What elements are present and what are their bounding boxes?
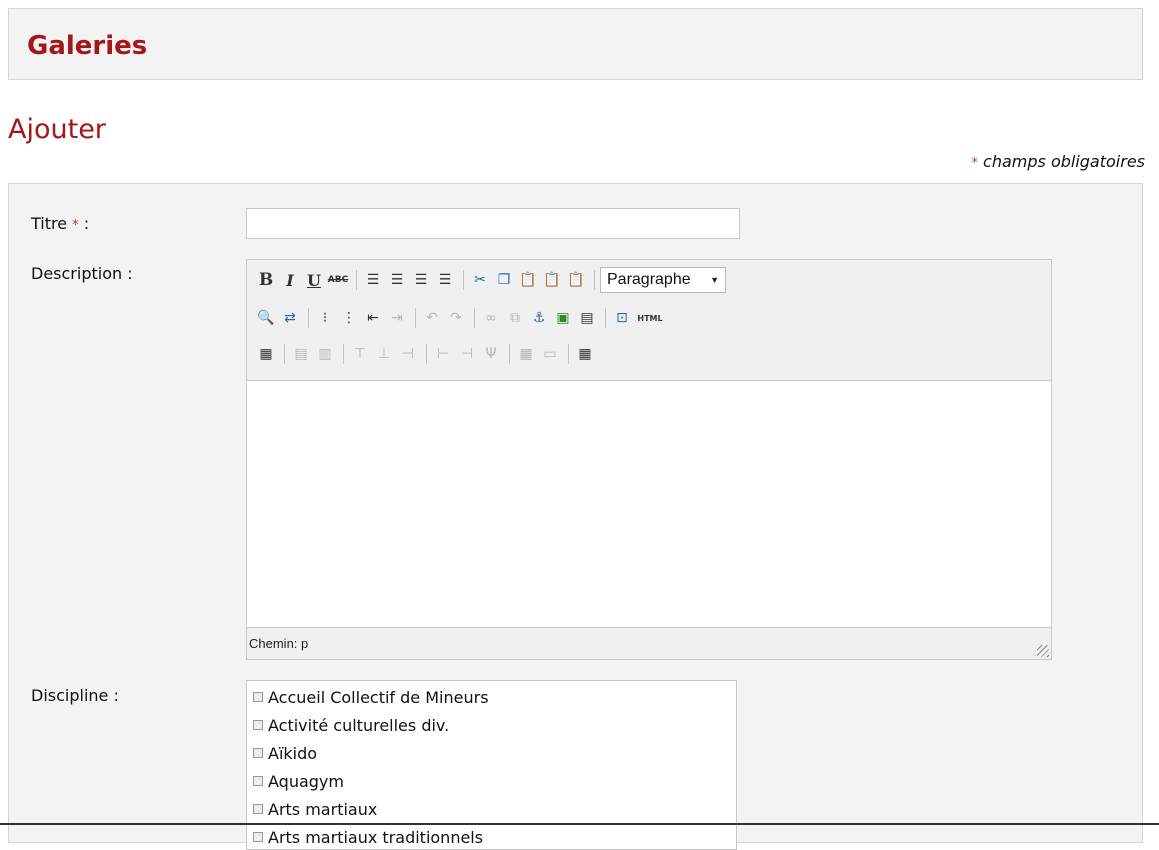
checkbox[interactable] [253, 720, 263, 730]
discipline-item[interactable]: Arts martiaux traditionnels [247, 823, 736, 849]
discipline-item[interactable]: Arts martiaux [247, 795, 736, 823]
element-path[interactable]: Chemin: p [249, 636, 308, 651]
cell-properties-icon[interactable]: ▥ [314, 343, 336, 365]
rich-text-editor: B I U ABC ☰ ☰ ☰ ☰ ✂ ❐ 📋 📋 📋 Paragraphe ▼ [246, 259, 1052, 660]
discipline-item[interactable]: Aïkido [247, 739, 736, 767]
toolbar-separator [474, 308, 475, 328]
resize-handle-icon[interactable] [1037, 645, 1049, 657]
outdent-icon[interactable]: ⇤ [362, 307, 384, 329]
discipline-item[interactable]: Accueil Collectif de Mineurs [247, 683, 736, 711]
chevron-down-icon: ▼ [710, 275, 719, 285]
underline-button[interactable]: U [303, 269, 325, 291]
html-source-button[interactable]: HTML [635, 307, 665, 329]
required-note-text: champs obligatoires [983, 152, 1145, 171]
discipline-label-text: Activité culturelles div. [268, 715, 450, 735]
checkbox[interactable] [253, 804, 263, 814]
toolbar-separator [308, 308, 309, 328]
title-label: Titre * : [31, 214, 90, 233]
page-header: Galeries [8, 8, 1143, 80]
toolbar-row-3: ▦ ▤ ▥ ⊤ ⊥ ⊣ ⊢ ⊣ Ψ ▦ ▭ ▦ [255, 340, 598, 368]
discipline-label: Discipline : [31, 686, 119, 705]
insert-row-before-icon[interactable]: ⊤ [349, 343, 371, 365]
align-right-icon[interactable]: ☰ [410, 269, 432, 291]
editor-toolbar: B I U ABC ☰ ☰ ☰ ☰ ✂ ❐ 📋 📋 📋 Paragraphe ▼ [247, 260, 1051, 381]
link-icon[interactable]: ∞ [480, 307, 502, 329]
split-cells-icon[interactable]: ▦ [515, 343, 537, 365]
find-icon[interactable]: 🔍 [255, 307, 277, 329]
replace-icon[interactable]: ⇄ [279, 307, 301, 329]
section-title: Ajouter [8, 114, 106, 145]
discipline-item[interactable]: Aquagym [247, 767, 736, 795]
insert-col-before-icon[interactable]: ⊢ [432, 343, 454, 365]
bold-button[interactable]: B [255, 269, 277, 291]
align-center-icon[interactable]: ☰ [386, 269, 408, 291]
checkbox[interactable] [253, 832, 263, 842]
toolbar-separator [568, 344, 569, 364]
toolbar-separator [509, 344, 510, 364]
discipline-label-text: Accueil Collectif de Mineurs [268, 687, 489, 707]
editor-status-bar: Chemin: p [247, 627, 1051, 659]
insert-table-icon[interactable]: ▦ [574, 343, 596, 365]
divider [0, 823, 1159, 825]
delete-col-icon[interactable]: Ψ [480, 343, 502, 365]
checkbox[interactable] [253, 776, 263, 786]
toolbar-row-2: 🔍 ⇄ ⁝ ⋮ ⇤ ⇥ ↶ ↷ ∞ ⧉ ⚓ ▣ ▤ ⊡ HTML [255, 304, 667, 332]
merge-cells-icon[interactable]: ▭ [539, 343, 561, 365]
paste-word-icon[interactable]: 📋 [565, 269, 587, 291]
table-properties-icon[interactable]: ▦ [255, 343, 277, 365]
indent-icon[interactable]: ⇥ [386, 307, 408, 329]
delete-row-icon[interactable]: ⊣ [397, 343, 419, 365]
strikethrough-button[interactable]: ABC [327, 269, 349, 291]
page-title: Galeries [27, 31, 148, 61]
insert-row-after-icon[interactable]: ⊥ [373, 343, 395, 365]
media-icon[interactable]: ▤ [576, 307, 598, 329]
toolbar-row-1: B I U ABC ☰ ☰ ☰ ☰ ✂ ❐ 📋 📋 📋 Paragraphe ▼ [255, 266, 726, 294]
required-fields-note: * champs obligatoires [971, 152, 1145, 171]
copy-icon[interactable]: ❐ [493, 269, 515, 291]
cut-icon[interactable]: ✂ [469, 269, 491, 291]
discipline-label-text: Arts martiaux [268, 799, 378, 819]
toolbar-separator [284, 344, 285, 364]
form-panel: Titre * : Description : B I U ABC ☰ ☰ ☰ … [8, 183, 1143, 850]
numbered-list-icon[interactable]: ⋮ [338, 307, 360, 329]
block-format-select[interactable]: Paragraphe ▼ [600, 267, 726, 293]
redo-icon[interactable]: ↷ [445, 307, 467, 329]
bullet-list-icon[interactable]: ⁝ [314, 307, 336, 329]
row-properties-icon[interactable]: ▤ [290, 343, 312, 365]
discipline-item[interactable]: Activité culturelles div. [247, 711, 736, 739]
anchor-icon[interactable]: ⚓ [528, 307, 550, 329]
checkbox[interactable] [253, 748, 263, 758]
discipline-label-text: Arts martiaux traditionnels [268, 827, 484, 847]
required-star: * [971, 156, 978, 171]
insert-col-after-icon[interactable]: ⊣ [456, 343, 478, 365]
description-label: Description : [31, 264, 133, 283]
toolbar-separator [594, 270, 595, 290]
checkbox[interactable] [253, 692, 263, 702]
discipline-label-text: Aquagym [268, 771, 344, 791]
paste-text-icon[interactable]: 📋 [541, 269, 563, 291]
title-input[interactable] [246, 208, 740, 239]
discipline-label-text: Aïkido [268, 743, 318, 763]
toolbar-separator [605, 308, 606, 328]
italic-button[interactable]: I [279, 269, 301, 291]
paste-icon[interactable]: 📋 [517, 269, 539, 291]
toolbar-separator [415, 308, 416, 328]
fullscreen-icon[interactable]: ⊡ [611, 307, 633, 329]
image-icon[interactable]: ▣ [552, 307, 574, 329]
toolbar-separator [463, 270, 464, 290]
align-justify-icon[interactable]: ☰ [434, 269, 456, 291]
toolbar-separator [426, 344, 427, 364]
unlink-icon[interactable]: ⧉ [504, 307, 526, 329]
align-left-icon[interactable]: ☰ [362, 269, 384, 291]
editor-content-area[interactable] [247, 381, 1051, 627]
toolbar-separator [343, 344, 344, 364]
undo-icon[interactable]: ↶ [421, 307, 443, 329]
toolbar-separator [356, 270, 357, 290]
